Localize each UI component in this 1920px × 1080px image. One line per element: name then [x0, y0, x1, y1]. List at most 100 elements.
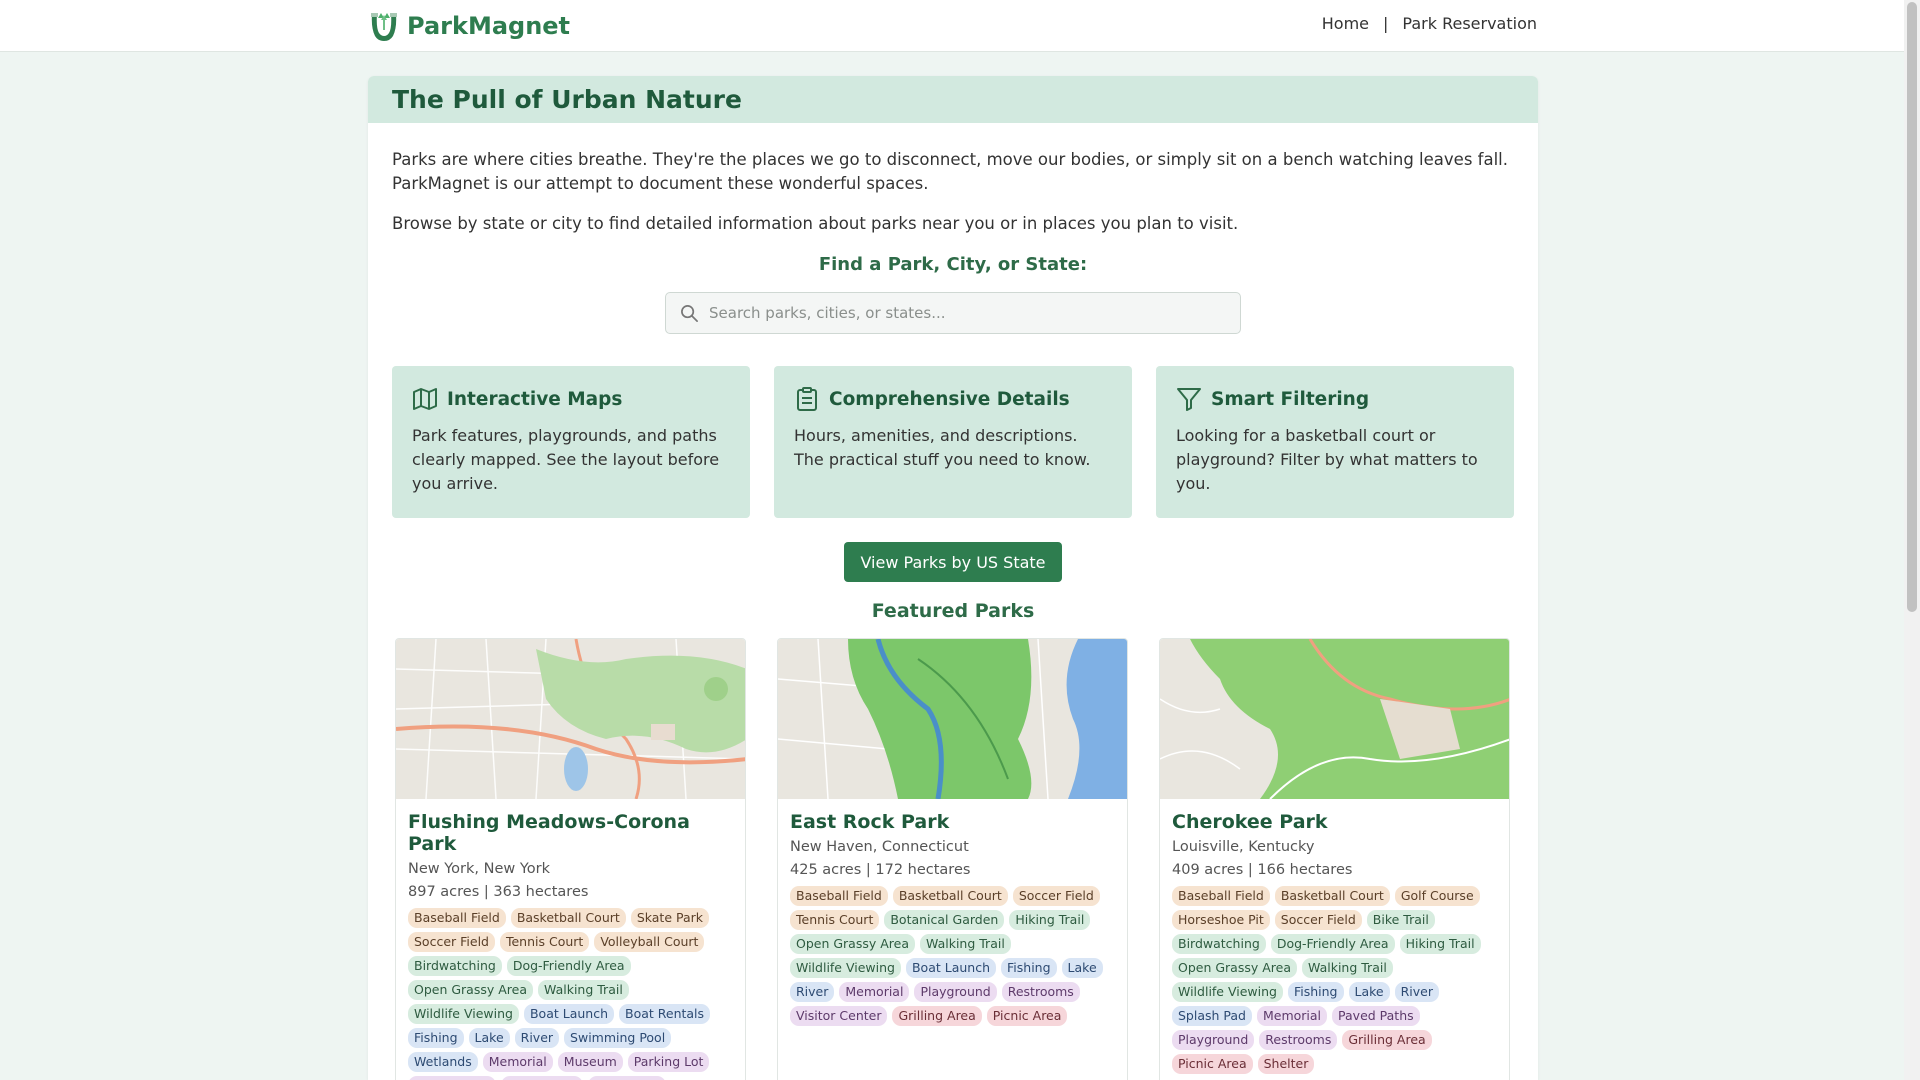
- park-tag[interactable]: Wildlife Viewing: [790, 958, 901, 978]
- park-tag[interactable]: Playground: [500, 1076, 583, 1080]
- search-icon: [681, 304, 698, 322]
- park-tag[interactable]: Fishing: [1001, 958, 1057, 978]
- feature-title: Smart Filtering: [1211, 388, 1370, 410]
- park-tag[interactable]: Walking Trail: [920, 934, 1011, 954]
- nav-park-reservation-link[interactable]: Park Reservation: [1402, 14, 1537, 33]
- park-tag[interactable]: River: [514, 1028, 560, 1048]
- park-tag[interactable]: Grilling Area: [892, 1006, 982, 1026]
- park-tag[interactable]: Memorial: [1256, 1006, 1328, 1026]
- park-tag[interactable]: Open Grassy Area: [1172, 958, 1298, 978]
- park-tag[interactable]: Playground: [914, 982, 997, 1002]
- park-tag[interactable]: Soccer Field: [408, 932, 495, 952]
- park-tag[interactable]: Restrooms: [1259, 1030, 1338, 1050]
- park-tag[interactable]: Paved Paths: [1332, 1006, 1420, 1026]
- park-tag[interactable]: Baseball Field: [408, 908, 506, 928]
- park-tag[interactable]: Memorial: [482, 1052, 553, 1072]
- park-tag[interactable]: Wildlife Viewing: [408, 1004, 519, 1024]
- park-tag[interactable]: Boat Launch: [905, 958, 996, 978]
- park-tag[interactable]: Museum: [557, 1052, 623, 1072]
- park-tag[interactable]: Lake: [1348, 982, 1390, 1002]
- park-tag[interactable]: Parking Lot: [627, 1052, 710, 1072]
- park-name[interactable]: East Rock Park: [790, 811, 1115, 833]
- search-input[interactable]: [709, 304, 1240, 322]
- park-tag[interactable]: Bike Trail: [1366, 910, 1435, 930]
- park-tag[interactable]: River: [790, 982, 835, 1002]
- park-tag[interactable]: River: [1394, 982, 1439, 1002]
- park-tag[interactable]: Golf Course: [1394, 886, 1480, 906]
- park-tag[interactable]: Picnic Area: [986, 1006, 1068, 1026]
- park-tag[interactable]: Fishing: [1287, 982, 1344, 1002]
- park-tag[interactable]: Boat Rentals: [619, 1004, 711, 1024]
- park-tag[interactable]: Walking Trail: [538, 980, 629, 1000]
- brand-link[interactable]: ParkMagnet: [369, 9, 570, 43]
- main-header: The Pull of Urban Nature: [368, 76, 1538, 123]
- park-tag[interactable]: Playground: [1172, 1030, 1255, 1050]
- park-tag[interactable]: Splash Pad: [1172, 1006, 1252, 1026]
- park-tag[interactable]: Memorial: [839, 982, 910, 1002]
- park-tag[interactable]: Grilling Area: [1342, 1030, 1432, 1050]
- park-tag[interactable]: Paved Paths: [408, 1076, 496, 1080]
- feature-text: Looking for a basketball court or playgr…: [1176, 426, 1478, 493]
- park-tag[interactable]: Skate Park: [630, 908, 710, 928]
- park-tag[interactable]: Lake: [468, 1028, 510, 1048]
- park-tag[interactable]: Botanical Garden: [884, 910, 1005, 930]
- park-card[interactable]: East Rock Park New Haven, Connecticut 42…: [777, 638, 1128, 1080]
- search-heading: Find a Park, City, or State:: [818, 254, 1088, 275]
- feature-list: Interactive Maps Park features, playgrou…: [392, 366, 1514, 518]
- filter-icon: [1177, 388, 1201, 411]
- park-tag[interactable]: Dog-Friendly Area: [1270, 934, 1395, 954]
- park-map-image: [1160, 639, 1509, 799]
- park-card[interactable]: Flushing Meadows-Corona Park New York, N…: [395, 638, 746, 1080]
- feature-title: Comprehensive Details: [829, 388, 1070, 410]
- park-tag[interactable]: Baseball Field: [790, 886, 888, 906]
- park-tag-list: Baseball Field Basketball Court Golf Cours…: [1172, 886, 1497, 1074]
- park-tag[interactable]: Tennis Court: [499, 932, 590, 952]
- park-tag[interactable]: Basketball Court: [1274, 886, 1390, 906]
- nav-home-link[interactable]: Home: [1322, 14, 1369, 33]
- park-tag[interactable]: Horseshoe Pit: [1172, 910, 1270, 930]
- park-tag[interactable]: Restrooms: [587, 1076, 666, 1080]
- park-card[interactable]: Cherokee Park Louisville, Kentucky 409 a…: [1159, 638, 1510, 1080]
- park-location: Louisville, Kentucky: [1172, 839, 1315, 855]
- park-tag[interactable]: Wildlife Viewing: [1172, 982, 1283, 1002]
- park-tag[interactable]: Soccer Field: [1274, 910, 1362, 930]
- top-navigation-bar: ParkMagnet Home | Park Reservation: [0, 0, 1904, 52]
- park-tag[interactable]: Basketball Court: [892, 886, 1008, 906]
- search-box[interactable]: [665, 292, 1241, 334]
- park-tag[interactable]: Walking Trail: [1302, 958, 1393, 978]
- park-name[interactable]: Flushing Meadows-Corona Park: [408, 811, 733, 855]
- park-tag[interactable]: Visitor Center: [790, 1006, 888, 1026]
- park-logo-icon: [371, 13, 397, 41]
- park-location: New Haven, Connecticut: [790, 839, 969, 855]
- park-tag[interactable]: Volleyball Court: [594, 932, 705, 952]
- park-tag[interactable]: Tennis Court: [790, 910, 880, 930]
- park-tag[interactable]: Lake: [1061, 958, 1103, 978]
- park-tag-list: Baseball Field Basketball Court Skate Park…: [408, 908, 733, 1080]
- browse-paragraph: Browse by state or city to find detailed…: [392, 214, 1239, 233]
- park-map-image: [396, 639, 745, 799]
- park-tag[interactable]: Boat Launch: [523, 1004, 614, 1024]
- feature-title: Interactive Maps: [447, 388, 623, 410]
- clipboard-icon: [797, 387, 817, 411]
- park-tag[interactable]: Restrooms: [1001, 982, 1080, 1002]
- park-tag[interactable]: Birdwatching: [408, 956, 502, 976]
- park-tag[interactable]: Open Grassy Area: [790, 934, 916, 954]
- park-tag[interactable]: Wetlands: [408, 1052, 478, 1072]
- park-tag[interactable]: Swimming Pool: [564, 1028, 672, 1048]
- park-tag[interactable]: Picnic Area: [1172, 1054, 1253, 1074]
- park-tag[interactable]: Hiking Trail: [1009, 910, 1091, 930]
- park-tag[interactable]: Shelter: [1257, 1054, 1315, 1074]
- park-name[interactable]: Cherokee Park: [1172, 811, 1497, 833]
- view-parks-by-state-button[interactable]: View Parks by US State: [844, 542, 1062, 582]
- scrollbar-thumb[interactable]: [1907, 2, 1917, 612]
- park-tag[interactable]: Birdwatching: [1172, 934, 1266, 954]
- park-tag[interactable]: Baseball Field: [1172, 886, 1270, 906]
- main-nav: Home | Park Reservation: [1322, 14, 1537, 33]
- park-tag[interactable]: Basketball Court: [510, 908, 626, 928]
- vertical-scrollbar[interactable]: [1904, 0, 1920, 1080]
- park-tag[interactable]: Fishing: [408, 1028, 464, 1048]
- park-tag[interactable]: Hiking Trail: [1399, 934, 1481, 954]
- park-tag[interactable]: Dog-Friendly Area: [506, 956, 631, 976]
- park-tag[interactable]: Open Grassy Area: [408, 980, 534, 1000]
- park-tag[interactable]: Soccer Field: [1012, 886, 1100, 906]
